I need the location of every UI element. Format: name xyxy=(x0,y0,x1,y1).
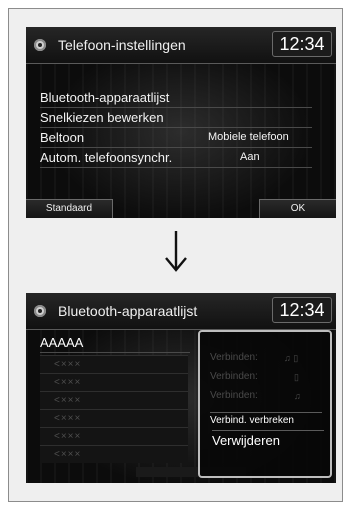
menu-item-auto-sync[interactable]: Autom. telefoonsynchr. Aan xyxy=(40,148,312,168)
menu-item-label: Autom. telefoonsynchr. xyxy=(40,150,173,165)
menu-item-ringtone[interactable]: Beltoon Mobiele telefoon xyxy=(40,128,312,148)
menu-item-bluetooth-device-list[interactable]: Bluetooth-apparaatlijst xyxy=(40,88,312,108)
title-bar: Bluetooth-apparaatlijst 12:34 xyxy=(26,293,336,330)
device-placeholder: <××× xyxy=(54,413,82,424)
clock: 12:34 xyxy=(272,297,332,323)
device-placeholder: <××× xyxy=(54,377,82,388)
menu-item-label: Beltoon xyxy=(40,130,85,145)
menu-item-label: Snelkiezen bewerken xyxy=(40,110,164,125)
down-arrow-icon xyxy=(165,231,187,272)
connect-option-audio-phone[interactable]: Verbinden: ♫ ▯ xyxy=(210,350,322,366)
option-label: Verbind. verbreken xyxy=(210,415,294,426)
option-label: Verbinden: xyxy=(210,390,258,401)
connect-option-audio[interactable]: Verbinden: ♫ xyxy=(210,388,322,404)
device-item-selected[interactable]: AAAAA xyxy=(40,333,190,353)
audio-phone-icon: ♫ ▯ xyxy=(284,353,299,363)
bluetooth-device-list-screen: Bluetooth-apparaatlijst 12:34 AAAAA <×××… xyxy=(26,293,336,483)
menu-item-label: Bluetooth-apparaatlijst xyxy=(40,90,170,105)
gear-icon xyxy=(34,305,46,317)
menu-item-value: Mobiele telefoon xyxy=(208,131,289,143)
device-options-popup: Verbinden: ♫ ▯ Verbinden: ▯ Verbinden: ♫… xyxy=(198,330,332,478)
device-item[interactable]: <××× xyxy=(40,355,188,373)
device-item[interactable]: <××× xyxy=(40,445,188,463)
option-label: Verbinden: xyxy=(210,371,258,382)
device-placeholder: <××× xyxy=(54,449,82,460)
device-placeholder: <××× xyxy=(54,395,82,406)
device-item[interactable]: <××× xyxy=(40,391,188,409)
disconnect-option[interactable]: Verbind. verbreken xyxy=(210,412,322,429)
device-placeholder: <××× xyxy=(54,431,82,442)
screen-title: Telefoon-instellingen xyxy=(58,37,186,53)
device-item[interactable]: <××× xyxy=(40,427,188,445)
delete-option[interactable]: Verwijderen xyxy=(212,430,324,450)
title-bar: Telefoon-instellingen 12:34 xyxy=(26,27,336,64)
phone-icon: ▯ xyxy=(294,372,299,382)
device-placeholder: <××× xyxy=(54,359,82,370)
gear-icon xyxy=(34,39,46,51)
default-button[interactable]: Standaard xyxy=(26,199,113,218)
clock: 12:34 xyxy=(272,31,332,57)
phone-settings-screen: Telefoon-instellingen 12:34 Bluetooth-ap… xyxy=(26,27,336,218)
music-note-icon: ♫ xyxy=(294,391,301,401)
menu-item-value: Aan xyxy=(240,151,260,163)
ok-button[interactable]: OK xyxy=(259,199,336,218)
device-item[interactable]: <××× xyxy=(40,373,188,391)
device-name: AAAAA xyxy=(40,335,84,350)
menu-item-speed-dial[interactable]: Snelkiezen bewerken xyxy=(40,108,312,128)
option-label: Verbinden: xyxy=(210,352,258,363)
option-label: Verwijderen xyxy=(212,433,280,448)
screen-title: Bluetooth-apparaatlijst xyxy=(58,303,198,319)
device-item[interactable]: <××× xyxy=(40,409,188,427)
connect-option-phone[interactable]: Verbinden: ▯ xyxy=(210,369,322,385)
